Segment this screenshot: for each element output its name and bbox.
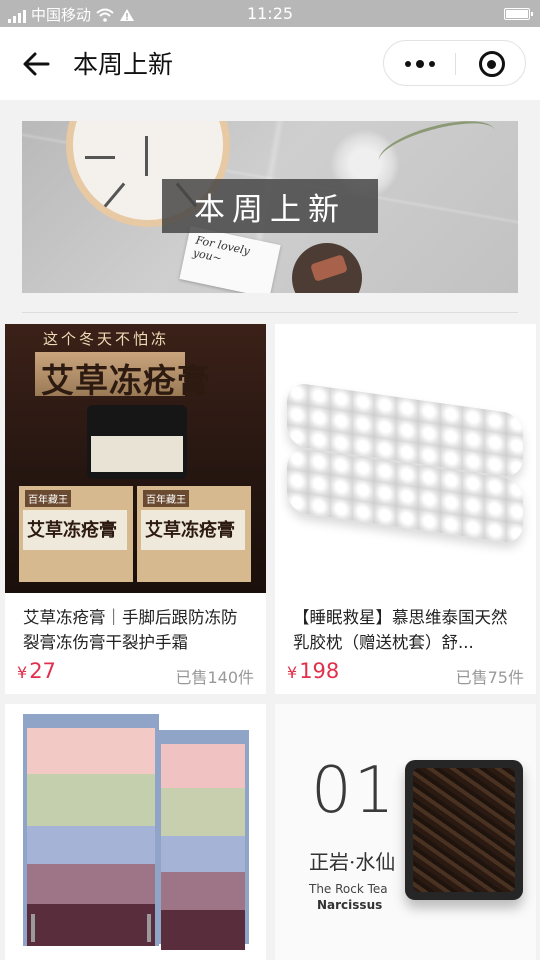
status-time: 11:25 bbox=[246, 4, 294, 23]
tea-name-en2: Narcissus bbox=[317, 898, 383, 912]
ointment-box: 百年藏王 艾草冻疮膏 bbox=[19, 486, 133, 582]
banner-title: 本周上新 bbox=[194, 191, 346, 228]
product-card[interactable]: 【睡眠救星】慕思维泰国天然乳胶枕（赠送枕套）舒... ¥198 已售75件 bbox=[275, 324, 536, 694]
product-image bbox=[5, 704, 266, 960]
product-image: 这个冬天不怕冻 艾草冻疮膏 百年藏王 艾草冻疮膏 百年藏王 艾草冻疮膏 bbox=[5, 324, 266, 593]
dot-icon bbox=[404, 61, 411, 67]
wardrobe-shape bbox=[157, 730, 249, 950]
nav-bar: 本周上新 bbox=[0, 27, 540, 100]
close-miniprogram-button[interactable] bbox=[456, 41, 527, 87]
status-bar: 中国移动 11:25 bbox=[0, 0, 540, 27]
product-name: 艾草冻疮膏｜手脚后跟防冻防裂膏冻伤膏干裂护手霜 bbox=[23, 608, 238, 652]
product-card[interactable] bbox=[5, 704, 266, 960]
dot-icon bbox=[415, 60, 424, 68]
target-icon bbox=[478, 51, 505, 77]
banner-title-box: 本周上新 bbox=[162, 179, 378, 233]
sold-count: 已售140件 bbox=[175, 668, 254, 687]
more-button[interactable] bbox=[384, 41, 455, 87]
product-name: 【睡眠救星】慕思维泰国天然乳胶枕（赠送枕套）舒... bbox=[293, 608, 508, 652]
battery-icon bbox=[504, 8, 533, 20]
product-image-title: 艾草冻疮膏 bbox=[41, 361, 211, 400]
product-image: 01 正岩·水仙 The Rock Tea Narcissus bbox=[275, 704, 536, 960]
banner[interactable]: For lovely you~ 本周上新 bbox=[22, 121, 518, 293]
dot-icon bbox=[428, 61, 435, 67]
ointment-box: 百年藏王 艾草冻疮膏 bbox=[137, 486, 251, 582]
tea-number: 01 bbox=[311, 754, 397, 828]
product-card[interactable]: 这个冬天不怕冻 艾草冻疮膏 百年藏王 艾草冻疮膏 百年藏王 艾草冻疮膏 艾草冻疮… bbox=[5, 324, 266, 694]
wardrobe-shape bbox=[23, 714, 159, 946]
product-card[interactable]: 01 正岩·水仙 The Rock Tea Narcissus bbox=[275, 704, 536, 960]
tea-name-en: The Rock Tea bbox=[309, 882, 388, 896]
product-image bbox=[275, 324, 536, 593]
page-title: 本周上新 bbox=[73, 50, 174, 79]
menu-capsule bbox=[383, 40, 526, 86]
tea-leaves bbox=[413, 768, 515, 892]
back-arrow-icon bbox=[23, 52, 50, 76]
divider bbox=[22, 312, 518, 313]
sold-count: 已售75件 bbox=[455, 668, 524, 687]
tea-name-cn: 正岩·水仙 bbox=[309, 850, 396, 874]
product-price: ¥27 bbox=[17, 659, 56, 683]
product-price: ¥198 bbox=[287, 659, 340, 683]
back-button[interactable] bbox=[20, 49, 54, 79]
